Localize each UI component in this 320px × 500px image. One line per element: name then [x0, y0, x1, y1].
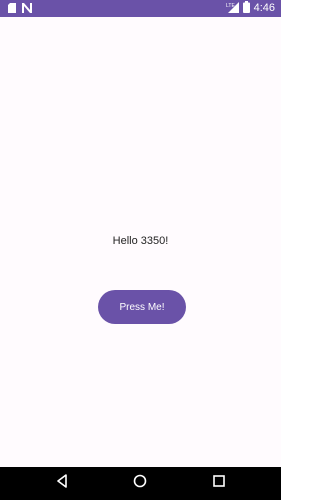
- network-n-icon: [22, 0, 32, 18]
- press-me-button[interactable]: Press Me!: [98, 290, 186, 324]
- status-bar: LTE 4:46: [0, 0, 281, 17]
- lte-signal-icon: LTE: [226, 0, 239, 18]
- status-left-icons: [8, 2, 32, 14]
- greeting-text: Hello 3350!: [112, 235, 169, 247]
- sd-card-icon: [8, 0, 16, 18]
- status-right-icons: LTE 4:46: [226, 0, 275, 18]
- back-icon: [55, 473, 69, 493]
- home-icon: [133, 474, 147, 493]
- home-button[interactable]: [132, 474, 148, 493]
- main-content: Hello 3350! Press Me!: [0, 17, 281, 467]
- status-time: 4:46: [253, 2, 275, 14]
- recents-button[interactable]: [211, 474, 227, 493]
- svg-text:LTE: LTE: [226, 3, 235, 9]
- recents-icon: [212, 474, 226, 493]
- battery-icon: [242, 0, 250, 18]
- navigation-bar: [0, 467, 281, 500]
- back-button[interactable]: [54, 473, 70, 493]
- app-screen: LTE 4:46 Hello 3350! Press Me!: [0, 0, 281, 500]
